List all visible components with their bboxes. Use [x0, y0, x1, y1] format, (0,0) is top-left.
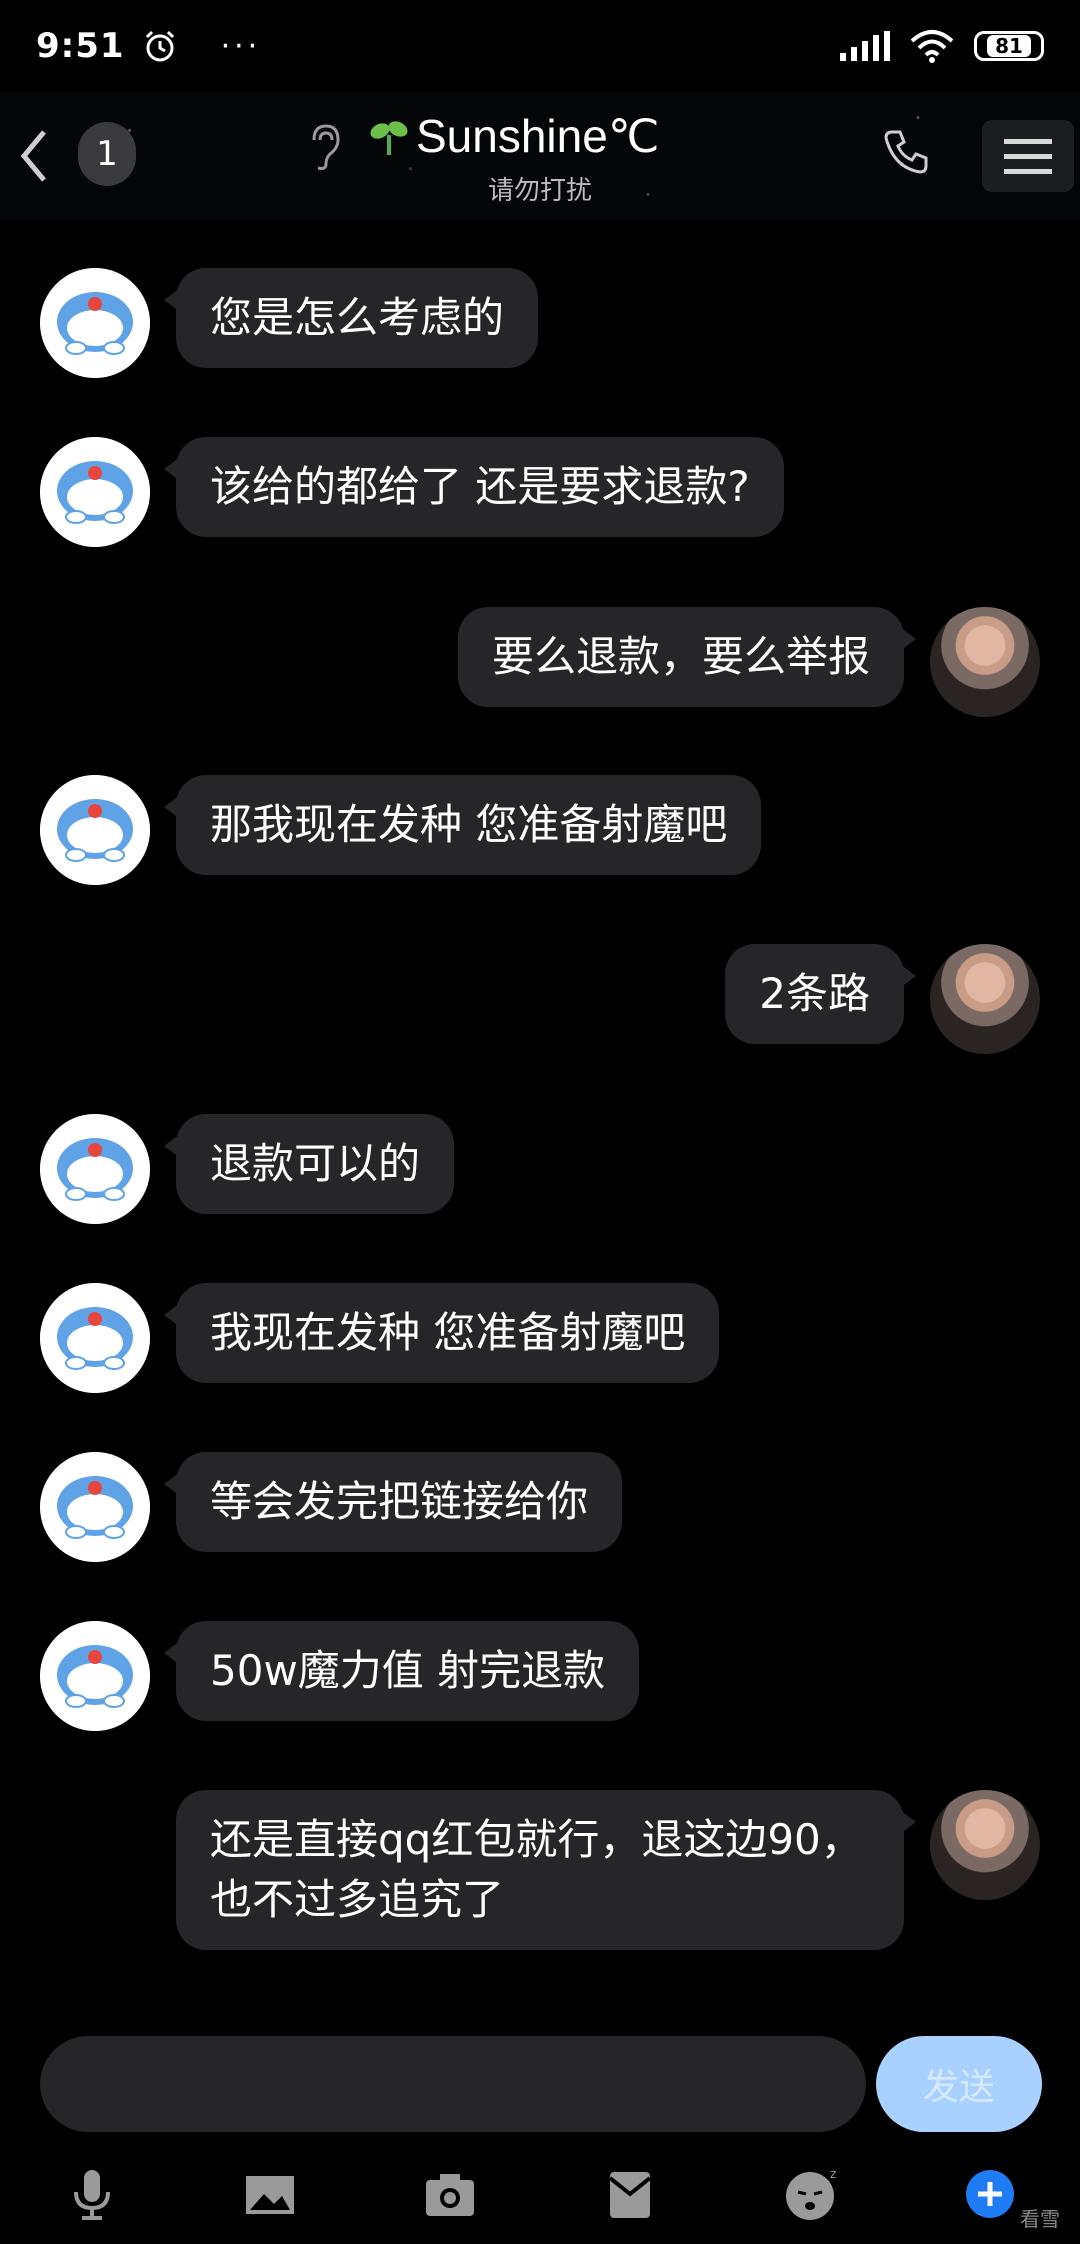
- avatar[interactable]: [930, 1790, 1040, 1900]
- avatar[interactable]: [40, 1621, 150, 1731]
- message-bubble[interactable]: 退款可以的: [163, 1114, 455, 1214]
- avatar[interactable]: [40, 775, 150, 885]
- message-bubble[interactable]: 那我现在发种 您准备射魔吧: [163, 775, 762, 875]
- alarm-icon: [145, 30, 174, 62]
- mascot-avatar-icon: [40, 775, 150, 885]
- message-bubble[interactable]: 50w魔力值 射完退款: [163, 1621, 640, 1721]
- avatar[interactable]: [40, 1452, 150, 1562]
- message-bubble[interactable]: 还是直接qq红包就行，退这边90，也不过多追究了: [176, 1790, 916, 1950]
- mascot-avatar-icon: [40, 437, 150, 547]
- phone-icon[interactable]: [882, 126, 932, 176]
- mascot-avatar-icon: [40, 268, 150, 378]
- avatar[interactable]: [40, 1283, 150, 1393]
- svg-text:z: z: [830, 2167, 836, 2181]
- mascot-avatar-icon: [40, 1114, 150, 1224]
- more-notifications-icon: ···: [220, 28, 262, 64]
- image-icon[interactable]: [240, 2164, 300, 2224]
- ear-icon: [312, 124, 340, 170]
- avatar[interactable]: [930, 607, 1040, 717]
- avatar[interactable]: [40, 1114, 150, 1224]
- contact-name: Sunshine℃: [416, 110, 660, 162]
- avatar[interactable]: [40, 268, 150, 378]
- emoji-icon[interactable]: z: [780, 2164, 840, 2224]
- watermark: 看雪: [1020, 2207, 1060, 2231]
- message-bubble[interactable]: 该给的都给了 还是要求退款?: [164, 437, 784, 537]
- message-bubble[interactable]: 要么退款，要么举报: [457, 607, 917, 707]
- battery-icon: 81: [974, 31, 1044, 61]
- mascot-avatar-icon: [40, 1283, 150, 1393]
- mascot-avatar-icon: [40, 1452, 150, 1562]
- camera-icon[interactable]: [420, 2164, 480, 2224]
- plus-icon[interactable]: [960, 2164, 1020, 2224]
- message-bubble[interactable]: 2条路: [725, 944, 916, 1044]
- signal-icon: [840, 31, 890, 61]
- message-bubble[interactable]: 等会发完把链接给你: [163, 1452, 623, 1552]
- avatar[interactable]: [40, 437, 150, 547]
- microphone-icon[interactable]: [62, 2164, 122, 2224]
- wifi-icon: [910, 30, 954, 63]
- chat-toolbar: z 看雪: [0, 2150, 1080, 2244]
- avatar[interactable]: [930, 944, 1040, 1054]
- mascot-avatar-icon: [40, 1621, 150, 1731]
- message-input[interactable]: [40, 2036, 866, 2132]
- message-bubble[interactable]: 我现在发种 您准备射魔吧: [163, 1283, 720, 1383]
- chat-header: 1 Sunshine℃ 请勿打扰: [0, 92, 1080, 220]
- red-packet-icon[interactable]: [600, 2164, 660, 2224]
- sprout-icon: [370, 121, 408, 155]
- contact-title[interactable]: Sunshine℃: [368, 106, 659, 166]
- send-button[interactable]: 发送: [876, 2036, 1042, 2132]
- battery-level: 81: [987, 35, 1031, 57]
- message-bubble[interactable]: 您是怎么考虑的: [163, 268, 539, 368]
- status-time: 9:51: [36, 26, 125, 66]
- menu-button[interactable]: [982, 120, 1074, 192]
- status-bar: 9:51 ··· 81: [0, 0, 1080, 92]
